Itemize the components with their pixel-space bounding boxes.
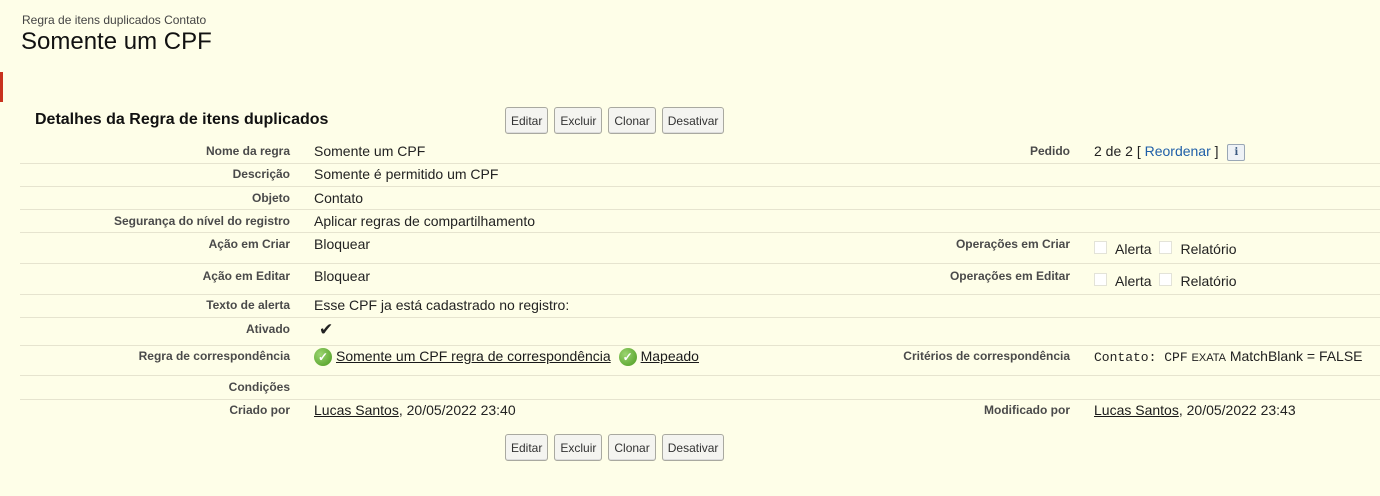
deactivate-button[interactable]: Desativar (661, 107, 725, 134)
delete-button[interactable]: Excluir (554, 107, 603, 134)
created-by-date: , 20/05/2022 23:40 (398, 402, 516, 418)
description-value: Somente é permitido um CPF (314, 166, 499, 182)
criteria-operator: EXATA (1191, 352, 1226, 364)
created-by-value: Lucas Santos, 20/05/2022 23:40 (314, 402, 516, 418)
row-matching-rule: Regra de correspondência ✓ Somente um CPF… (20, 345, 1380, 376)
row-active: Ativado ✔ (20, 317, 1380, 346)
row-conditions: Condições (20, 375, 1380, 400)
created-by-label: Criado por (229, 403, 290, 417)
row-created-by: Criado por Lucas Santos, 20/05/2022 23:4… (20, 399, 1380, 423)
description-label: Descrição (232, 167, 290, 181)
page-type-label: Regra de itens duplicados Contato (22, 13, 207, 27)
active-checkmark-icon: ✔ (319, 320, 334, 339)
ops-edit-alert-checkbox[interactable] (1094, 273, 1107, 286)
alert-text-value: Esse CPF ja está cadastrado no registro: (314, 297, 570, 313)
criteria-match-blank: MatchBlank = FALSE (1229, 348, 1363, 364)
conditions-label: Condições (228, 380, 290, 394)
created-by-user-link[interactable]: Lucas Santos (314, 402, 399, 418)
delete-button[interactable]: Excluir (554, 434, 603, 461)
edit-button[interactable]: Editar (505, 434, 549, 461)
matching-rule-label: Regra de correspondência (138, 349, 290, 363)
modified-by-user-link[interactable]: Lucas Santos (1094, 402, 1179, 418)
clone-button[interactable]: Clonar (608, 107, 656, 134)
security-label: Segurança do nível do registro (113, 214, 290, 228)
page-edge-accent (0, 72, 3, 102)
top-button-bar: Editar Excluir Clonar Desativar (505, 107, 725, 134)
active-label: Ativado (245, 322, 290, 336)
ops-edit-report-checkbox[interactable] (1159, 273, 1173, 286)
order-bracket: ] (1214, 143, 1219, 159)
row-description: Descrição Somente é permitido um CPF (20, 163, 1380, 187)
matching-rule-value: ✓ Somente um CPF regra de correspondência… (314, 348, 699, 367)
ops-edit-label: Operações em Editar (949, 269, 1070, 283)
object-label: Objeto (252, 191, 290, 205)
action-edit-label: Ação em Editar (202, 269, 290, 283)
edit-button[interactable]: Editar (505, 107, 549, 134)
action-create-value: Bloquear (314, 236, 371, 252)
success-check-icon: ✓ (314, 348, 332, 367)
page-title: Somente um CPF (21, 28, 212, 55)
order-label: Pedido (1029, 144, 1070, 158)
row-action-edit: Ação em Editar Bloquear Operações em Edi… (20, 263, 1380, 295)
ops-create-alert-checkbox[interactable] (1094, 241, 1107, 254)
ops-create-report-checkbox[interactable] (1159, 241, 1173, 254)
deactivate-button[interactable]: Desativar (661, 434, 725, 461)
row-alert-text: Texto de alerta Esse CPF ja está cadastr… (20, 294, 1380, 318)
alert-text-label: Texto de alerta (206, 298, 290, 312)
ops-edit-report-text: Relatório (1180, 273, 1237, 289)
rule-name-value: Somente um CPF (314, 143, 426, 159)
info-icon[interactable]: i (1227, 143, 1246, 161)
matching-criteria-value: Contato: CPF EXATA MatchBlank = FALSE (1094, 348, 1363, 365)
ops-edit-value: Alerta Relatório (1094, 273, 1237, 289)
action-edit-value: Bloquear (314, 268, 371, 284)
criteria-field: Contato: CPF (1094, 350, 1188, 365)
order-value: 2 de 2 [ Reordenar ] i (1094, 143, 1246, 161)
security-value: Aplicar regras de compartilhamento (314, 213, 535, 229)
ops-create-value: Alerta Relatório (1094, 241, 1237, 257)
ops-create-alert-text: Alerta (1115, 241, 1152, 257)
rule-name-label: Nome da regra (205, 144, 290, 158)
object-value: Contato (314, 190, 364, 206)
modified-by-value: Lucas Santos, 20/05/2022 23:43 (1094, 402, 1296, 418)
row-security: Segurança do nível do registro Aplicar r… (20, 209, 1380, 233)
action-create-label: Ação em Criar (208, 237, 290, 251)
row-object: Objeto Contato (20, 186, 1380, 210)
matching-rule-link[interactable]: Somente um CPF regra de correspondência (336, 348, 611, 364)
ops-create-report-text: Relatório (1180, 241, 1237, 257)
ops-create-label: Operações em Criar (955, 237, 1070, 251)
order-position: 2 de 2 [ (1094, 143, 1141, 159)
modified-by-date: , 20/05/2022 23:43 (1178, 402, 1296, 418)
row-rule-name: Nome da regra Somente um CPF Pedido 2 de… (20, 140, 1380, 164)
ops-edit-alert-text: Alerta (1115, 273, 1152, 289)
bottom-button-bar: Editar Excluir Clonar Desativar (505, 434, 725, 461)
matching-criteria-label: Critérios de correspondência (903, 349, 1070, 363)
mapped-link[interactable]: Mapeado (641, 348, 699, 364)
success-check-icon: ✓ (618, 348, 637, 367)
row-action-create: Ação em Criar Bloquear Operações em Cria… (20, 232, 1380, 264)
clone-button[interactable]: Clonar (608, 434, 656, 461)
modified-by-label: Modificado por (984, 403, 1070, 417)
section-title: Detalhes da Regra de itens duplicados (35, 111, 329, 128)
reorder-link[interactable]: Reordenar (1145, 143, 1211, 159)
